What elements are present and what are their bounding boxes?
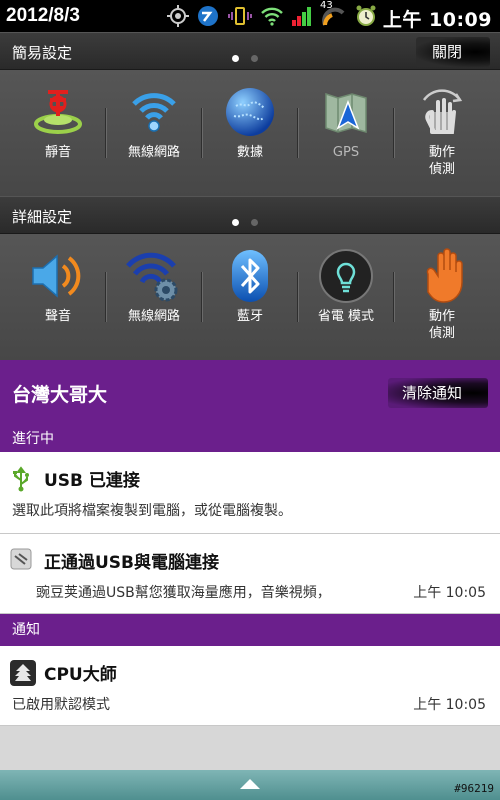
- status-bar: 2012/8/3 43 上午 10:09: [0, 0, 500, 32]
- setting-power-saving[interactable]: 省電 模式: [298, 234, 394, 360]
- cpu-master-icon: [10, 660, 36, 686]
- notification-usb-connected[interactable]: USB 已連接 選取此項將檔案複製到電腦，或從電腦複製。: [0, 452, 500, 534]
- toggle-silent[interactable]: 靜音: [10, 70, 106, 196]
- toggle-label: 數據: [236, 145, 263, 160]
- alarm-icon: [356, 5, 376, 26]
- wifi-icon: [132, 93, 176, 132]
- speaker-icon: [32, 254, 81, 298]
- notification-title: CPU大師: [44, 665, 117, 685]
- vibrate-icon: [228, 7, 252, 25]
- quick-settings-header: 簡易設定 關閉: [0, 32, 500, 70]
- toggle-wifi[interactable]: 無線網路: [106, 70, 202, 196]
- notifications-section-label: 通知: [0, 614, 500, 646]
- notification-cpu-master[interactable]: CPU大師 已啟用默認模式 上午 10:05: [0, 646, 500, 726]
- setting-label: 無線網路: [127, 309, 180, 324]
- notification-time: 上午 10:05: [413, 585, 486, 601]
- setting-sound[interactable]: 聲音: [10, 234, 106, 360]
- page-dot-active: [232, 219, 239, 226]
- quick-settings-close-button[interactable]: 關閉: [415, 37, 490, 67]
- battery-level: 43: [320, 0, 333, 11]
- setting-label: 藍牙: [236, 309, 263, 324]
- toggle-gps[interactable]: GPS: [298, 70, 394, 196]
- gps-icon: [167, 5, 189, 27]
- page-indicator: [232, 47, 270, 66]
- page-dot: [251, 55, 258, 62]
- toggle-label: GPS: [332, 145, 360, 160]
- notification-body: 豌豆荚通過USB幫您獲取海量應用，音樂視頻，: [36, 585, 331, 601]
- detail-settings-row: 聲音 無線網路 藍牙 省電 模式 動作 偵測: [0, 234, 500, 360]
- setting-label: 省電 模式: [317, 309, 375, 324]
- detail-settings-title: 詳細設定: [12, 208, 73, 226]
- hand-gesture-icon: [422, 89, 463, 134]
- detail-settings-header: 詳細設定: [0, 196, 500, 234]
- wifi-settings-icon: [126, 252, 178, 302]
- close-drawer-handle[interactable]: #96219: [0, 770, 500, 800]
- notification-body: 選取此項將檔案複製到電腦，或從電腦複製。: [12, 503, 292, 519]
- setting-wifi[interactable]: 無線網路: [106, 234, 202, 360]
- app-icon: [198, 6, 218, 26]
- page-indicator: [232, 211, 270, 230]
- wifi-icon: [261, 7, 283, 26]
- quick-settings-title: 簡易設定: [12, 44, 73, 62]
- notification-body: 已啟用默認模式: [12, 697, 110, 713]
- signal-icon: [292, 7, 311, 26]
- page-dot: [251, 219, 258, 226]
- status-time: 上午 10:09: [382, 9, 492, 31]
- toggle-label: 靜音: [44, 145, 71, 160]
- bluetooth-icon: [232, 250, 268, 302]
- setting-motion[interactable]: 動作 偵測: [394, 234, 490, 360]
- toggle-motion[interactable]: 動作 偵測: [394, 70, 490, 196]
- page-dot-active: [232, 55, 239, 62]
- usb-icon: [13, 466, 29, 492]
- wandoujia-icon: [10, 548, 32, 570]
- toggle-data[interactable]: 數據: [202, 70, 298, 196]
- hand-icon: [426, 248, 463, 303]
- notification-title: 正通過USB與電腦連接: [44, 553, 220, 573]
- lightbulb-icon: [319, 249, 373, 303]
- status-date: 2012/8/3: [6, 5, 80, 26]
- carrier-bar: 台灣大哥大 清除通知: [0, 360, 500, 426]
- notification-time: 上午 10:05: [413, 697, 486, 713]
- carrier-name: 台灣大哥大: [12, 384, 108, 406]
- toggle-label: 無線網路: [127, 145, 180, 160]
- setting-label: 聲音: [44, 309, 71, 324]
- chevron-up-icon: [240, 779, 260, 789]
- notification-title: USB 已連接: [44, 471, 140, 491]
- setting-bluetooth[interactable]: 藍牙: [202, 234, 298, 360]
- notification-usb-app[interactable]: 正通過USB與電腦連接 豌豆荚通過USB幫您獲取海量應用，音樂視頻， 上午 10…: [0, 534, 500, 614]
- silent-icon: [34, 90, 82, 134]
- gps-map-icon: [325, 92, 367, 133]
- watermark: #96219: [454, 782, 494, 795]
- quick-settings-row: 靜音 無線網路 數據 GPS 動作 偵測: [0, 70, 500, 196]
- clear-notifications-button[interactable]: 清除通知: [387, 378, 488, 408]
- toggle-label: 動作 偵測: [428, 145, 455, 177]
- setting-label: 動作 偵測: [428, 309, 455, 341]
- globe-icon: [226, 88, 274, 136]
- ongoing-section-label: 進行中: [0, 426, 500, 452]
